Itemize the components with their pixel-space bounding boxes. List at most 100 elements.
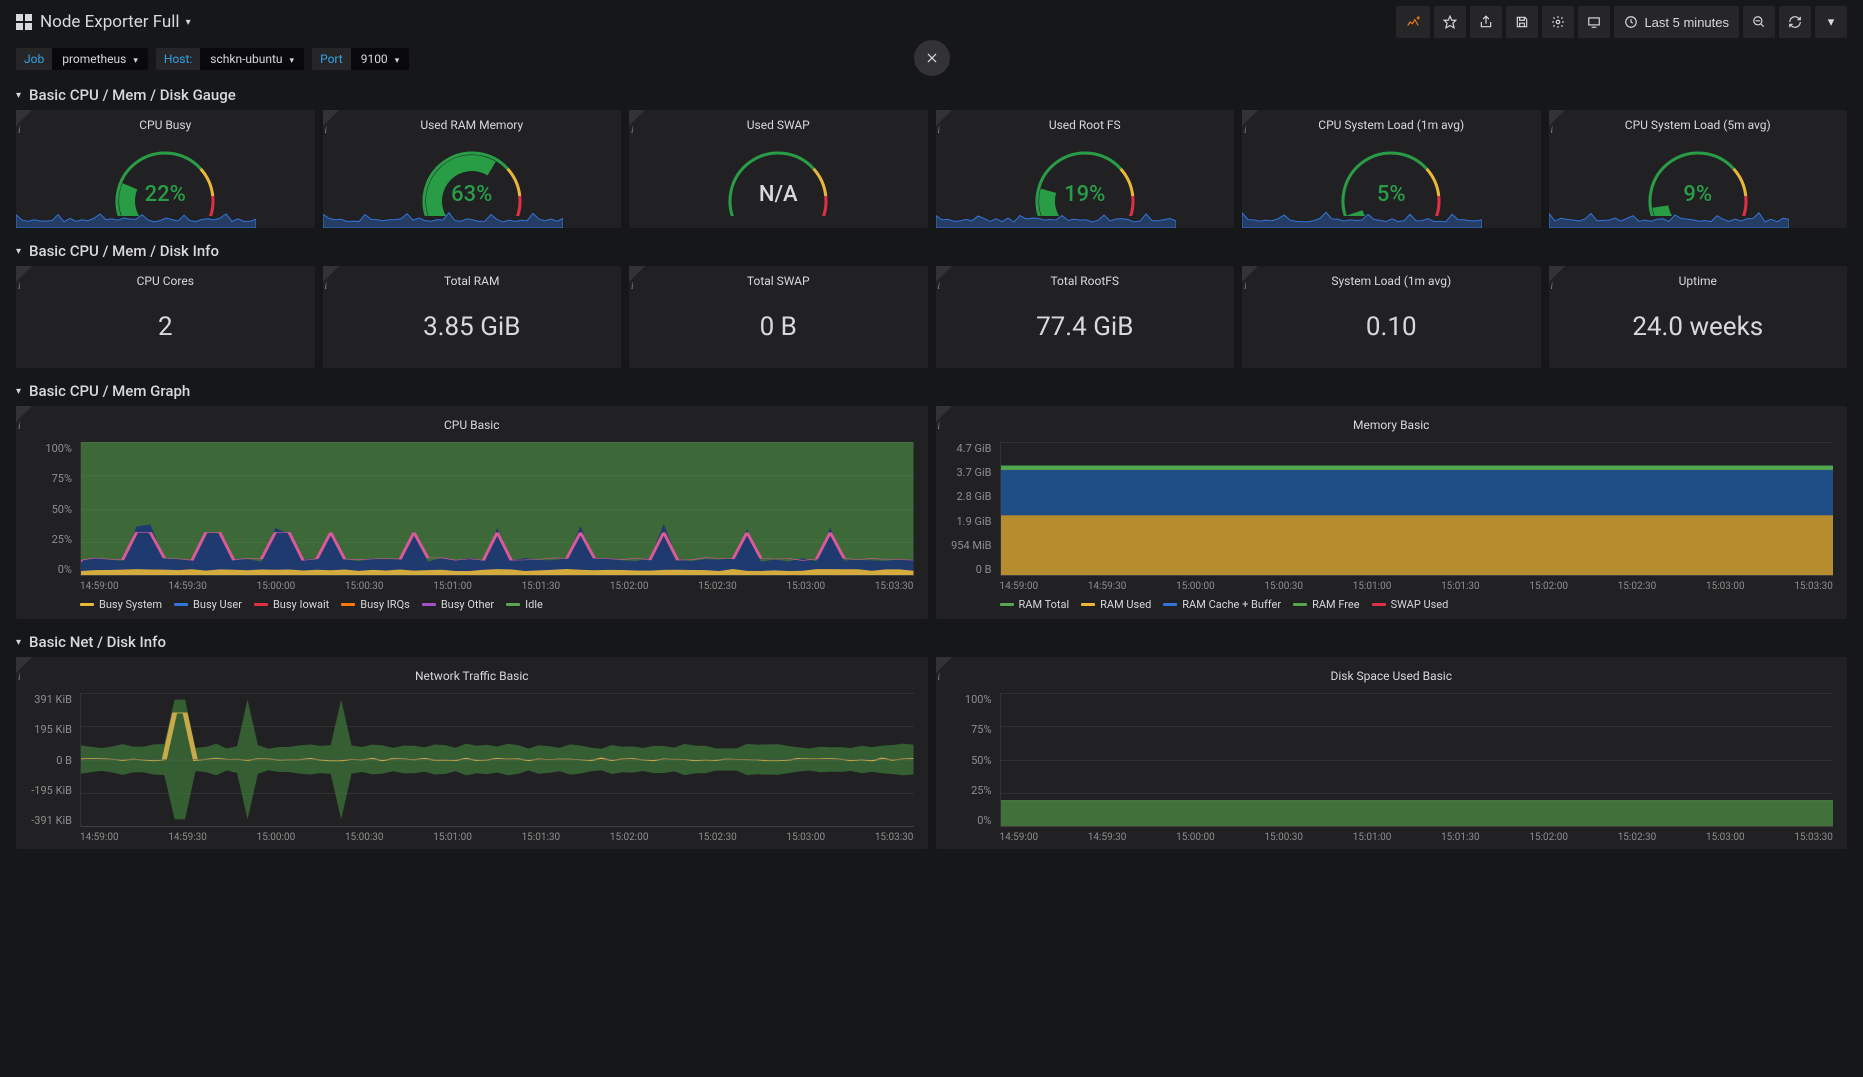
stat-value: 77.4 GiB — [936, 292, 1235, 368]
plot-area[interactable] — [80, 442, 914, 576]
chevron-down-icon: ▾ — [186, 17, 191, 28]
panel-title: CPU System Load (1m avg) — [1242, 110, 1541, 136]
legend-item[interactable]: Busy User — [174, 598, 242, 611]
var-host-value[interactable]: schkn-ubuntu — [200, 48, 304, 70]
row-title: Basic CPU / Mem / Disk Info — [29, 242, 219, 260]
stat-panel[interactable]: i Total SWAP 0 B — [629, 266, 928, 368]
row-title: Basic CPU / Mem / Disk Gauge — [29, 86, 236, 104]
panel-title: Network Traffic Basic — [26, 661, 918, 687]
stat-value: 2 — [16, 292, 315, 368]
x-axis-labels: 14:59:0014:59:3015:00:0015:00:3015:01:00… — [80, 832, 914, 843]
stat-panel[interactable]: i Uptime 24.0 weeks — [1549, 266, 1848, 368]
plot-area[interactable] — [80, 693, 914, 827]
y-axis-labels: 391 KiB195 KiB0 B-195 KiB-391 KiB — [26, 693, 76, 827]
y-axis-labels: 100%75%50%25%0% — [26, 442, 76, 576]
plot-area[interactable] — [1000, 442, 1834, 576]
panel-title: Used RAM Memory — [323, 110, 622, 136]
panel-info-corner[interactable]: i — [629, 110, 645, 126]
legend-item[interactable]: RAM Total — [1000, 598, 1070, 611]
graph-panel[interactable]: i Disk Space Used Basic 100%75%50%25%0% … — [936, 657, 1848, 849]
panel-title: Total SWAP — [629, 266, 928, 292]
panel-info-corner[interactable]: i — [323, 266, 339, 282]
graph-panel[interactable]: i CPU Basic 100%75%50%25%0% 14:59:0014:5… — [16, 406, 928, 619]
panel-title: CPU System Load (5m avg) — [1549, 110, 1848, 136]
legend-item[interactable]: Idle — [506, 598, 543, 611]
legend-item[interactable]: RAM Cache + Buffer — [1163, 598, 1281, 611]
row-header-net[interactable]: ▾ Basic Net / Disk Info — [0, 625, 1863, 657]
dashboard-icon — [16, 14, 32, 30]
refresh-interval-button[interactable]: ▾ — [1815, 6, 1847, 38]
panel-title: CPU Basic — [26, 410, 918, 436]
graph-panel[interactable]: i Network Traffic Basic 391 KiB195 KiB0 … — [16, 657, 928, 849]
star-button[interactable] — [1434, 6, 1466, 38]
close-button[interactable] — [914, 40, 950, 76]
settings-button[interactable] — [1542, 6, 1574, 38]
graph-panel[interactable]: i Memory Basic 4.7 GiB3.7 GiB2.8 GiB1.9 … — [936, 406, 1848, 619]
panel-info-corner[interactable]: i — [16, 266, 32, 282]
legend-item[interactable]: RAM Used — [1081, 598, 1151, 611]
panel-info-corner[interactable]: i — [936, 110, 952, 126]
x-axis-labels: 14:59:0014:59:3015:00:0015:00:3015:01:00… — [80, 581, 914, 592]
panel-info-corner[interactable]: i — [629, 266, 645, 282]
stat-value: 0 B — [629, 292, 928, 368]
var-port-label: Port — [312, 48, 351, 70]
refresh-button[interactable] — [1779, 6, 1811, 38]
var-port-value[interactable]: 9100 — [351, 48, 410, 70]
row-header-gauge[interactable]: ▾ Basic CPU / Mem / Disk Gauge — [0, 78, 1863, 110]
plot-area[interactable] — [1000, 693, 1834, 827]
panel-info-corner[interactable]: i — [16, 406, 32, 422]
legend-item[interactable]: Busy Iowait — [254, 598, 329, 611]
panel-info-corner[interactable]: i — [16, 110, 32, 126]
row-header-info[interactable]: ▾ Basic CPU / Mem / Disk Info — [0, 234, 1863, 266]
var-job-value[interactable]: prometheus — [52, 48, 148, 70]
panel-title: Total RootFS — [936, 266, 1235, 292]
panel-info-corner[interactable]: i — [16, 657, 32, 673]
legend-item[interactable]: Busy IRQs — [341, 598, 410, 611]
row-header-graph[interactable]: ▾ Basic CPU / Mem Graph — [0, 374, 1863, 406]
gauge-panel[interactable]: i CPU Busy 22% — [16, 110, 315, 228]
stat-panel[interactable]: i System Load (1m avg) 0.10 — [1242, 266, 1541, 368]
panel-info-corner[interactable]: i — [1549, 110, 1565, 126]
dashboard-title: Node Exporter Full — [40, 12, 180, 32]
panel-info-corner[interactable]: i — [1549, 266, 1565, 282]
gauge-panel[interactable]: i CPU System Load (1m avg) 5% — [1242, 110, 1541, 228]
panel-info-corner[interactable]: i — [323, 110, 339, 126]
add-panel-button[interactable] — [1396, 6, 1430, 38]
panel-title: CPU Cores — [16, 266, 315, 292]
panel-info-corner[interactable]: i — [936, 657, 952, 673]
panel-title: CPU Busy — [16, 110, 315, 136]
stat-panel[interactable]: i Total RootFS 77.4 GiB — [936, 266, 1235, 368]
gauge-panel[interactable]: i Used Root FS 19% — [936, 110, 1235, 228]
gauge-value: N/A — [759, 182, 798, 207]
dashboard-title-dropdown[interactable]: Node Exporter Full ▾ — [40, 12, 191, 32]
panel-title: Disk Space Used Basic — [946, 661, 1838, 687]
stat-panel[interactable]: i Total RAM 3.85 GiB — [323, 266, 622, 368]
share-button[interactable] — [1470, 6, 1502, 38]
time-range-button[interactable]: Last 5 minutes — [1614, 6, 1739, 38]
legend-item[interactable]: Busy System — [80, 598, 162, 611]
var-host-label: Host: — [156, 48, 200, 70]
gauge-panel[interactable]: i Used RAM Memory 63% — [323, 110, 622, 228]
legend-item[interactable]: SWAP Used — [1372, 598, 1449, 611]
panel-info-corner[interactable]: i — [936, 406, 952, 422]
stat-panel[interactable]: i CPU Cores 2 — [16, 266, 315, 368]
panel-info-corner[interactable]: i — [936, 266, 952, 282]
legend-item[interactable]: Busy Other — [422, 598, 494, 611]
chevron-down-icon: ▾ — [16, 90, 21, 101]
panel-title: Used SWAP — [629, 110, 928, 136]
stat-value: 3.85 GiB — [323, 292, 622, 368]
chevron-down-icon: ▾ — [16, 386, 21, 397]
gauge-panel[interactable]: i Used SWAP N/A — [629, 110, 928, 228]
y-axis-labels: 4.7 GiB3.7 GiB2.8 GiB1.9 GiB954 MiB0 B — [946, 442, 996, 576]
gauge-panel[interactable]: i CPU System Load (5m avg) 9% — [1549, 110, 1848, 228]
save-button[interactable] — [1506, 6, 1538, 38]
panel-info-corner[interactable]: i — [1242, 110, 1258, 126]
row-title: Basic Net / Disk Info — [29, 633, 166, 651]
legend-item[interactable]: RAM Free — [1293, 598, 1360, 611]
chevron-down-icon: ▾ — [16, 246, 21, 257]
panel-info-corner[interactable]: i — [1242, 266, 1258, 282]
time-range-label: Last 5 minutes — [1644, 15, 1729, 30]
panel-title: Used Root FS — [936, 110, 1235, 136]
cycle-view-button[interactable] — [1578, 6, 1610, 38]
zoom-out-button[interactable] — [1743, 6, 1775, 38]
